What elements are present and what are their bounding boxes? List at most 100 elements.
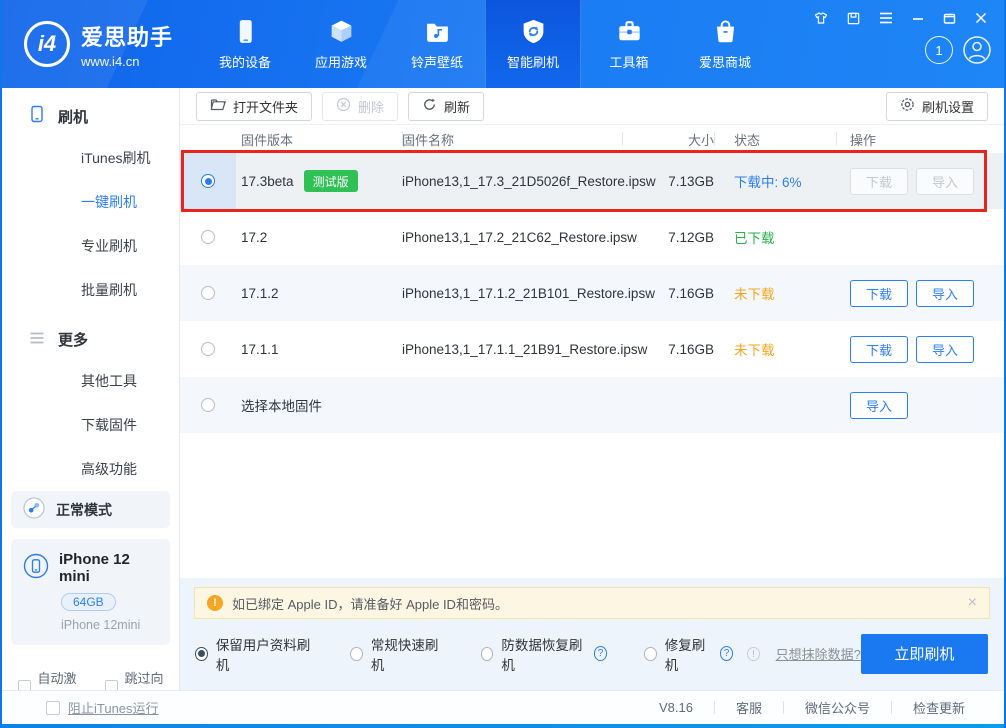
empty-area (180, 433, 1004, 578)
table-row-17-2[interactable]: 17.2 iPhone13,1_17.2_21C62_Restore.ipsw … (180, 209, 1004, 265)
notification-badge[interactable]: 1 (925, 36, 953, 64)
warning-icon: ! (207, 595, 223, 611)
import-button[interactable]: 导入 (850, 392, 908, 419)
open-folder-button[interactable]: 打开文件夹 (196, 92, 312, 121)
flash-phone-icon (29, 105, 45, 127)
sidebar-item-itunes-flash[interactable]: iTunes刷机 (2, 136, 179, 180)
notice-close-icon[interactable]: × (968, 594, 977, 612)
table-row-17-1-2[interactable]: 17.1.2 iPhone13,1_17.1.2_21B101_Restore.… (180, 265, 1004, 321)
table-header: 固件版本 固件名称 大小 状态 操作 (180, 125, 1004, 153)
link-mode-icon (23, 497, 45, 522)
nav-my-devices[interactable]: 我的设备 (197, 0, 293, 88)
import-button: 导入 (916, 168, 974, 195)
status-bar: 阻止iTunes运行 V8.16 客服 微信公众号 检查更新 (2, 690, 1004, 724)
nav-store[interactable]: 爱思商城 (677, 0, 773, 88)
device-model: iPhone 12mini (61, 618, 158, 632)
sidebar-item-advanced-features[interactable]: 高级功能 (2, 447, 179, 491)
help-icon[interactable]: ? (720, 646, 733, 661)
wechat-official-link[interactable]: 微信公众号 (784, 698, 891, 717)
option-anti-data-recovery-flash[interactable]: 防数据恢复刷机 ? (481, 634, 608, 674)
firmware-size: 7.13GB (622, 174, 714, 189)
close-icon[interactable] (974, 11, 988, 25)
user-avatar-icon[interactable] (962, 35, 992, 65)
app-url: www.i4.cn (81, 54, 173, 69)
firmware-radio[interactable] (201, 230, 215, 244)
app-window: i4 爱思助手 www.i4.cn 我的设备 应用游戏 (0, 0, 1006, 728)
radio-icon (195, 647, 208, 661)
firmware-version: 17.1.1 (241, 342, 279, 357)
firmware-name: iPhone13,1_17.1.1_21B91_Restore.ipsw (402, 342, 622, 357)
header-firmware-version: 固件版本 (236, 130, 402, 149)
shopping-bag-icon (712, 18, 739, 45)
import-button[interactable]: 导入 (916, 280, 974, 307)
firmware-status: 未下载 (714, 283, 836, 303)
option-normal-fast-flash[interactable]: 常规快速刷机 (350, 634, 444, 674)
device-card[interactable]: iPhone 12 mini 64GB iPhone 12mini (11, 539, 170, 645)
maximize-icon[interactable] (942, 11, 957, 26)
sidebar-item-pro-flash[interactable]: 专业刷机 (2, 224, 179, 268)
import-button[interactable]: 导入 (916, 336, 974, 363)
minimize-icon[interactable] (911, 11, 925, 25)
flash-settings-button[interactable]: 刷机设置 (886, 92, 988, 121)
table-row-17-1-1[interactable]: 17.1.1 iPhone13,1_17.1.1_21B91_Restore.i… (180, 321, 1004, 377)
save-icon[interactable] (846, 11, 861, 26)
window-bottom-edge (2, 724, 1004, 728)
firmware-size: 7.12GB (622, 230, 714, 245)
help-icon[interactable]: ? (594, 646, 608, 661)
cube-icon (328, 18, 355, 45)
header: i4 爱思助手 www.i4.cn 我的设备 应用游戏 (2, 0, 1004, 88)
nav-smart-flash[interactable]: 智能刷机 (485, 0, 581, 88)
sidebar-item-batch-flash[interactable]: 批量刷机 (2, 268, 179, 312)
firmware-name: iPhone13,1_17.3_21D5026f_Restore.ipsw (402, 174, 622, 189)
download-button[interactable]: 下载 (850, 280, 908, 307)
radio-icon (350, 647, 363, 661)
header-action: 操作 (836, 130, 1004, 149)
firmware-radio[interactable] (201, 342, 215, 356)
firmware-name: iPhone13,1_17.1.2_21B101_Restore.ipsw (402, 286, 622, 301)
block-itunes-checkbox[interactable]: 阻止iTunes运行 (2, 698, 159, 717)
flash-options: 保留用户资料刷机 常规快速刷机 防数据恢复刷机 ? 修复刷机 ? (180, 619, 1004, 690)
erase-data-link[interactable]: 只想抹除数据? (776, 644, 861, 663)
phone-icon (232, 18, 259, 45)
device-mode-card[interactable]: 正常模式 (11, 491, 170, 528)
option-repair-flash[interactable]: 修复刷机 ? ! (644, 634, 759, 674)
nav-apps-games[interactable]: 应用游戏 (293, 0, 389, 88)
refresh-icon (422, 97, 437, 115)
table-row-17-3beta[interactable]: 17.3beta 测试版 iPhone13,1_17.3_21D5026f_Re… (180, 153, 1004, 209)
folder-icon (210, 98, 226, 115)
firmware-status: 下载中: 6% (714, 171, 836, 191)
toolbox-icon (616, 18, 643, 45)
sidebar-item-one-click-flash[interactable]: 一键刷机 (2, 180, 179, 224)
menu-icon[interactable] (878, 11, 894, 25)
apple-id-notice: ! 如已绑定 Apple ID，请准备好 Apple ID和密码。 × (194, 587, 990, 619)
tshirt-icon[interactable] (813, 10, 829, 26)
firmware-name: iPhone13,1_17.2_21C62_Restore.ipsw (402, 230, 622, 245)
app-title: 爱思助手 (81, 20, 173, 52)
download-button[interactable]: 下载 (850, 336, 908, 363)
nav-toolbox[interactable]: 工具箱 (581, 0, 677, 88)
firmware-radio[interactable] (201, 398, 215, 412)
radio-icon (481, 647, 494, 661)
main-nav: 我的设备 应用游戏 铃声壁纸 智能刷机 (197, 0, 773, 88)
option-keep-user-data[interactable]: 保留用户资料刷机 (195, 634, 313, 674)
sidebar-item-other-tools[interactable]: 其他工具 (2, 359, 179, 403)
device-capacity-badge: 64GB (61, 593, 116, 611)
radio-icon (644, 647, 656, 661)
firmware-size: 7.16GB (622, 342, 714, 357)
table-row-local-firmware[interactable]: 选择本地固件 导入 (180, 377, 1004, 433)
refresh-button[interactable]: 刷新 (408, 92, 484, 121)
app-version: V8.16 (638, 700, 714, 715)
nav-ringtones-wallpapers[interactable]: 铃声壁纸 (389, 0, 485, 88)
bottom-section: ! 如已绑定 Apple ID，请准备好 Apple ID和密码。 × 保留用户… (180, 578, 1004, 690)
customer-service-link[interactable]: 客服 (715, 698, 783, 717)
device-name: iPhone 12 mini (59, 551, 158, 585)
firmware-version: 17.3beta (241, 174, 294, 189)
sidebar-item-download-firmware[interactable]: 下载固件 (2, 403, 179, 447)
firmware-status: 未下载 (714, 339, 836, 359)
firmware-radio[interactable] (201, 286, 215, 300)
check-update-link[interactable]: 检查更新 (892, 698, 986, 717)
flash-now-button[interactable]: 立即刷机 (861, 634, 988, 674)
more-menu-icon (29, 331, 45, 349)
firmware-radio[interactable] (201, 174, 215, 188)
header-firmware-name: 固件名称 (402, 130, 622, 149)
